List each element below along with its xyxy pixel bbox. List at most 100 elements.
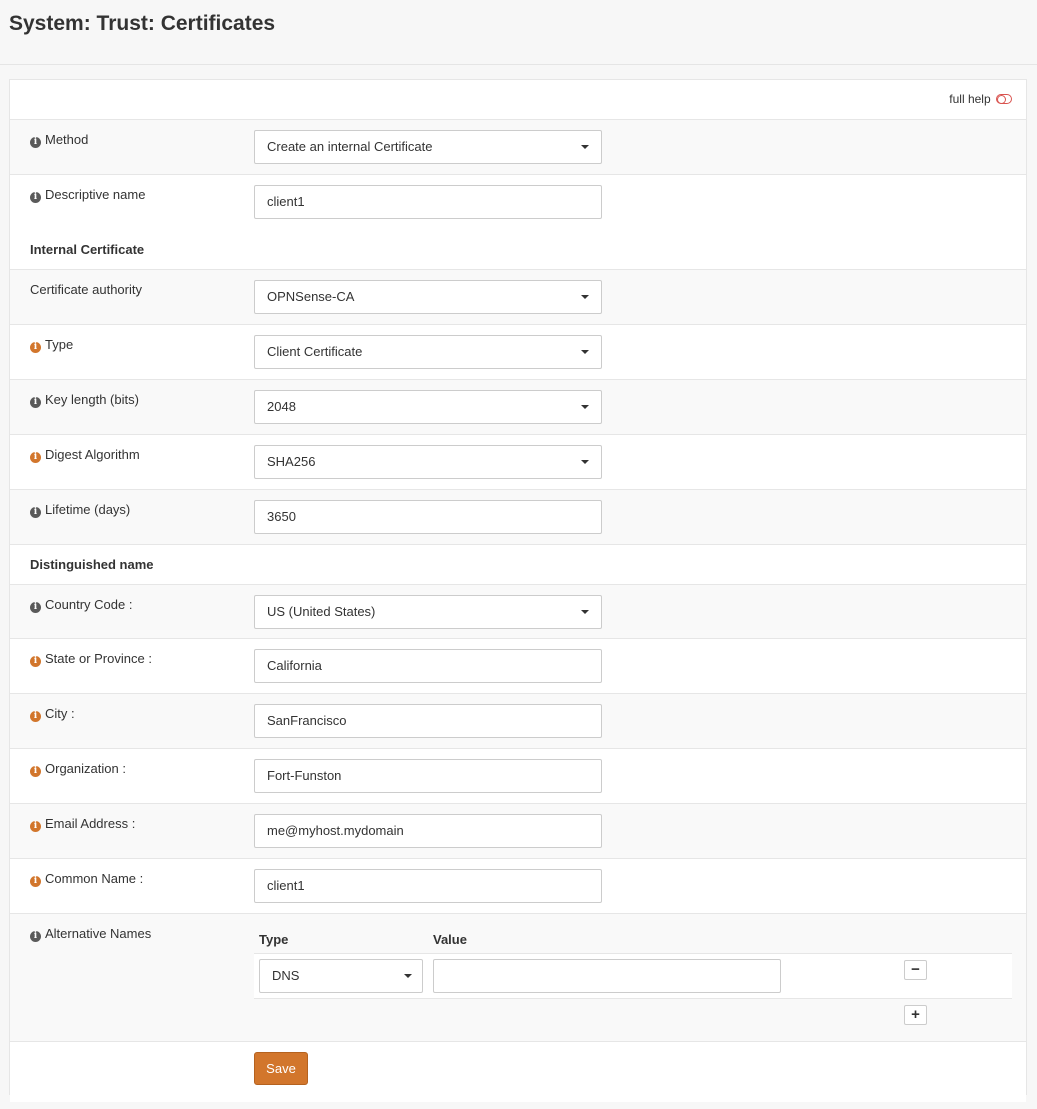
ca-select-value: OPNSense-CA	[267, 289, 355, 304]
plus-icon: +	[911, 1006, 920, 1023]
state-label-wrap: i State or Province :	[30, 651, 152, 667]
save-button[interactable]: Save	[254, 1052, 308, 1085]
add-row-button[interactable]: +	[904, 1005, 927, 1025]
help-bar: full help	[10, 80, 1026, 120]
keylen-label: Key length (bits)	[45, 392, 139, 407]
method-label: Method	[45, 132, 89, 147]
lifetime-row: i Lifetime (days) 3650	[10, 490, 1026, 545]
lifetime-input[interactable]: 3650	[254, 500, 602, 534]
method-label-wrap: i Method	[30, 132, 88, 148]
remove-row-button[interactable]: −	[904, 960, 927, 980]
email-row: i Email Address : me@myhost.mydomain	[10, 804, 1026, 859]
altnames-label-wrap: i Alternative Names	[30, 926, 151, 942]
cn-input[interactable]: client1	[254, 869, 602, 903]
ca-row: Certificate authority OPNSense-CA	[10, 270, 1026, 325]
altname-type-select[interactable]: DNS	[259, 959, 423, 993]
cn-row: i Common Name : client1	[10, 859, 1026, 914]
info-icon[interactable]: i	[30, 137, 41, 148]
descr-input[interactable]: client1	[254, 185, 602, 219]
state-input[interactable]: California	[254, 649, 602, 683]
digest-select-value: SHA256	[267, 454, 316, 469]
full-help-label: full help	[949, 92, 991, 106]
type-label: Type	[45, 337, 74, 352]
minus-icon: −	[911, 961, 920, 978]
method-select[interactable]: Create an internal Certificate	[254, 130, 602, 164]
method-select-value: Create an internal Certificate	[267, 139, 433, 154]
altnames-table-header: Type Value	[254, 924, 1012, 954]
digest-row: i Digest Algorithm SHA256	[10, 435, 1026, 490]
keylen-row: i Key length (bits) 2048	[10, 380, 1026, 435]
info-icon[interactable]: i	[30, 192, 41, 203]
info-icon[interactable]: i	[30, 821, 41, 832]
org-input-value: Fort-Funston	[267, 768, 342, 783]
digest-select[interactable]: SHA256	[254, 445, 602, 479]
internal-certificate-heading: Internal Certificate	[10, 230, 1026, 270]
type-select[interactable]: Client Certificate	[254, 335, 602, 369]
method-row: i Method Create an internal Certificate	[10, 120, 1026, 175]
city-input-value: SanFrancisco	[267, 713, 347, 728]
certificate-form-panel: full help i Method Create an internal Cer…	[9, 79, 1027, 1102]
country-label-wrap: i Country Code :	[30, 597, 132, 613]
ca-label: Certificate authority	[30, 282, 142, 297]
info-icon[interactable]: i	[30, 397, 41, 408]
country-select[interactable]: US (United States)	[254, 595, 602, 629]
altnames-table: Type Value DNS − +	[254, 924, 1012, 1031]
info-icon[interactable]: i	[30, 602, 41, 613]
page-title: System: Trust: Certificates	[9, 12, 276, 35]
city-input[interactable]: SanFrancisco	[254, 704, 602, 738]
info-icon[interactable]: i	[30, 931, 41, 942]
altnames-col-value: Value	[433, 932, 467, 947]
country-label: Country Code :	[45, 597, 133, 612]
caret-down-icon	[581, 350, 589, 354]
email-label: Email Address :	[45, 816, 136, 831]
altnames-col-type: Type	[259, 932, 289, 947]
caret-down-icon	[581, 295, 589, 299]
digest-label-wrap: i Digest Algorithm	[30, 447, 140, 463]
altnames-label: Alternative Names	[45, 926, 152, 941]
table-row: DNS −	[254, 954, 1012, 999]
info-icon[interactable]: i	[30, 876, 41, 887]
descr-label: Descriptive name	[45, 187, 146, 202]
caret-down-icon	[404, 974, 412, 978]
info-icon[interactable]: i	[30, 507, 41, 518]
city-label-wrap: i City :	[30, 706, 75, 722]
altnames-table-footer: +	[254, 999, 1012, 1031]
altname-value-input[interactable]	[433, 959, 781, 993]
type-select-value: Client Certificate	[267, 344, 363, 359]
lifetime-label-wrap: i Lifetime (days)	[30, 502, 130, 518]
state-input-value: California	[267, 658, 322, 673]
info-icon[interactable]: i	[30, 656, 41, 667]
caret-down-icon	[581, 145, 589, 149]
cn-input-value: client1	[267, 878, 305, 893]
type-row: i Type Client Certificate	[10, 325, 1026, 380]
country-select-value: US (United States)	[267, 604, 376, 619]
city-label: City :	[45, 706, 75, 721]
info-icon[interactable]: i	[30, 452, 41, 463]
full-help-toggle[interactable]: full help	[949, 92, 1012, 106]
caret-down-icon	[581, 460, 589, 464]
digest-label: Digest Algorithm	[45, 447, 140, 462]
page-header: System: Trust: Certificates	[0, 0, 1037, 65]
org-input[interactable]: Fort-Funston	[254, 759, 602, 793]
distinguished-name-heading: Distinguished name	[10, 545, 1026, 585]
type-label-wrap: i Type	[30, 337, 73, 353]
save-row: Save	[10, 1042, 1026, 1102]
email-input-value: me@myhost.mydomain	[267, 823, 404, 838]
toggle-icon	[996, 94, 1012, 104]
caret-down-icon	[581, 610, 589, 614]
caret-down-icon	[581, 405, 589, 409]
ca-select[interactable]: OPNSense-CA	[254, 280, 602, 314]
keylen-select[interactable]: 2048	[254, 390, 602, 424]
country-row: i Country Code : US (United States)	[10, 585, 1026, 639]
lifetime-label: Lifetime (days)	[45, 502, 131, 517]
info-icon[interactable]: i	[30, 342, 41, 353]
cn-label-wrap: i Common Name :	[30, 871, 143, 887]
keylen-select-value: 2048	[267, 399, 296, 414]
info-icon[interactable]: i	[30, 766, 41, 777]
org-label-wrap: i Organization :	[30, 761, 126, 777]
descr-row: i Descriptive name client1	[10, 175, 1026, 230]
altnames-row: i Alternative Names Type Value DNS − +	[10, 914, 1026, 1042]
email-input[interactable]: me@myhost.mydomain	[254, 814, 602, 848]
info-icon[interactable]: i	[30, 711, 41, 722]
keylen-label-wrap: i Key length (bits)	[30, 392, 139, 408]
